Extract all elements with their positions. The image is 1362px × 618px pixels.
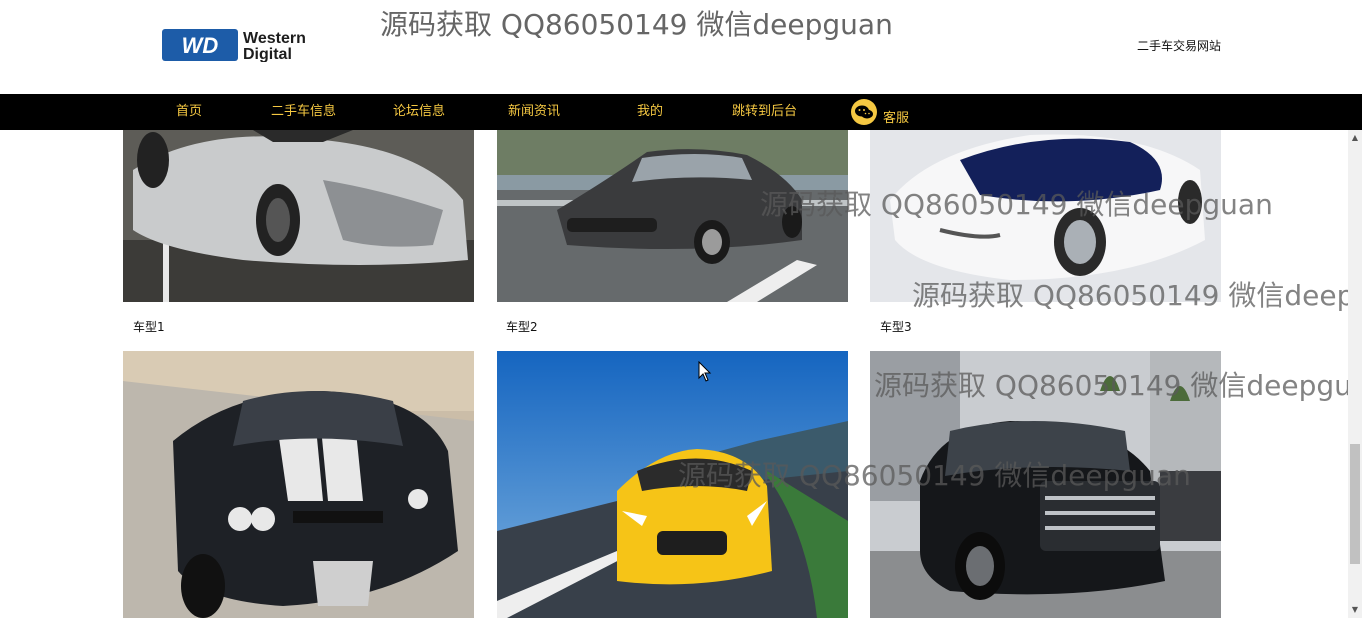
car-image-1[interactable] [123,130,474,302]
header-watermark: 源码获取 QQ86050149 微信deepguan [380,8,893,41]
customer-service-button[interactable]: 客服 [851,98,909,126]
customer-service-label: 客服 [883,110,910,126]
logo-line1: Western [243,30,306,47]
mouse-cursor-icon [698,361,712,382]
nav-item-forum[interactable]: 论坛信息 [393,94,445,130]
scroll-thumb[interactable] [1350,444,1360,564]
site-name: 二手车交易网站 [1137,39,1222,53]
site-header: WD Western Digital 源码获取 QQ86050149 微信dee… [0,0,1362,94]
nav-item-mine[interactable]: 我的 [637,94,663,130]
nav-item-used-cars[interactable]: 二手车信息 [271,94,336,130]
car-image-5[interactable] [497,351,848,618]
main-nav: 首页 二手车信息 论坛信息 新闻资讯 我的 跳转到后台 客服 [0,94,1362,130]
wechat-icon [851,99,877,125]
nav-item-home[interactable]: 首页 [176,94,202,130]
car-image-6[interactable] [870,351,1221,618]
car-caption-2[interactable]: 车型2 [506,318,538,335]
car-caption-3[interactable]: 车型3 [880,318,912,335]
logo-line2: Digital [243,46,292,62]
western-digital-logo[interactable]: WD Western Digital [162,28,332,62]
car-image-2[interactable] [497,130,848,302]
nav-item-news[interactable]: 新闻资讯 [508,94,560,130]
scroll-down-arrow-icon[interactable]: ▼ [1348,604,1362,616]
car-grid: 车型1 车型2 车型3 [0,130,1348,618]
car-caption-1[interactable]: 车型1 [133,318,165,335]
logo-badge: WD [182,33,219,58]
car-image-4[interactable] [123,351,474,618]
scroll-up-arrow-icon[interactable]: ▲ [1348,132,1362,144]
car-image-3[interactable] [870,130,1221,302]
nav-item-admin[interactable]: 跳转到后台 [732,94,797,130]
page-scrollbar[interactable]: ▲ ▼ [1348,130,1362,618]
